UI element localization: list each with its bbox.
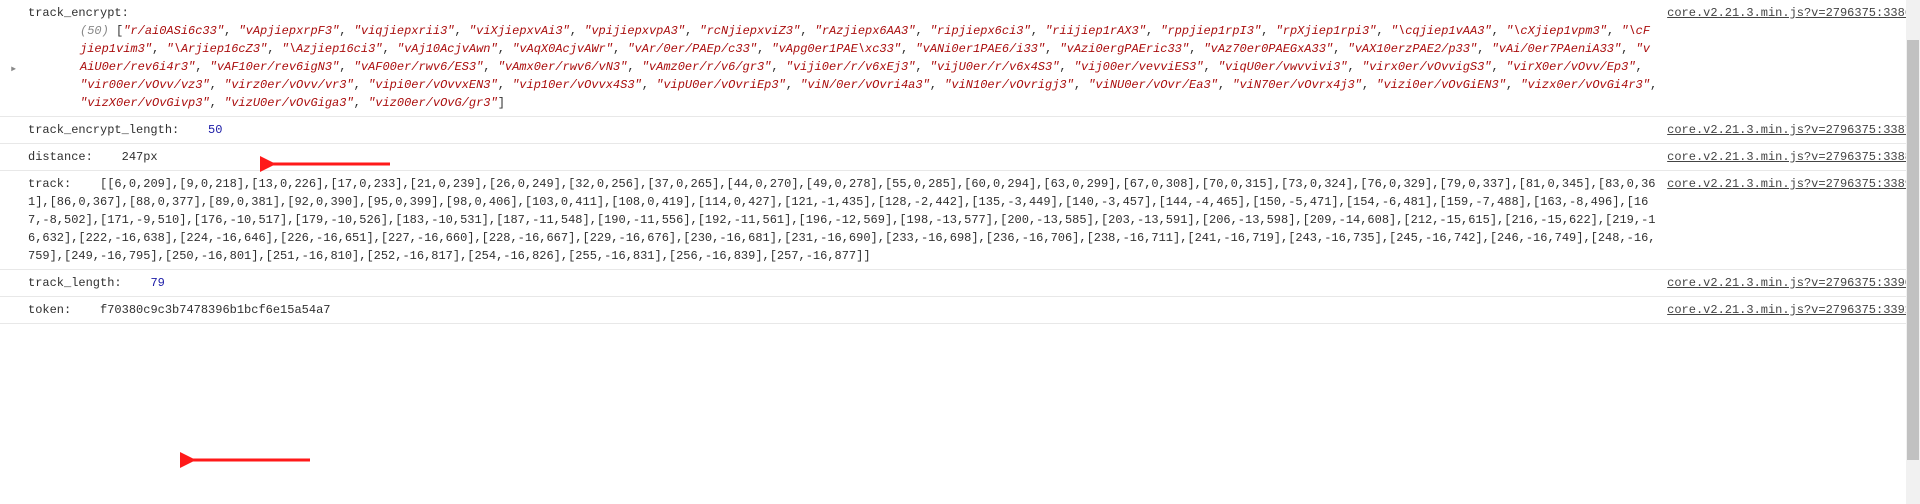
- console-row-token[interactable]: token: f70380c9c3b7478396b1bcf6e15a54a7 …: [0, 297, 1920, 324]
- source-link[interactable]: core.v2.21.3.min.js?v=2796375:3387: [1667, 121, 1912, 139]
- source-link[interactable]: core.v2.21.3.min.js?v=2796375:3389: [1667, 175, 1912, 193]
- array-count: (50): [80, 24, 109, 38]
- log-label: track_encrypt_length:: [28, 123, 179, 137]
- log-value: 247px: [122, 150, 158, 164]
- log-value: 50: [208, 123, 222, 137]
- annotation-arrow-2: [180, 448, 320, 472]
- source-link[interactable]: core.v2.21.3.min.js?v=2796375:3391: [1667, 301, 1912, 319]
- log-value: [[6,0,209],[9,0,218],[13,0,226],[17,0,23…: [28, 177, 1655, 263]
- source-link[interactable]: core.v2.21.3.min.js?v=2796375:3386: [1667, 4, 1912, 22]
- expand-triangle-icon[interactable]: ▸: [10, 60, 17, 78]
- console-row-distance[interactable]: distance: 247px core.v2.21.3.min.js?v=27…: [0, 144, 1920, 171]
- log-label: token:: [28, 303, 71, 317]
- log-label: track_encrypt:: [28, 6, 129, 20]
- log-label: distance:: [28, 150, 93, 164]
- scrollbar-track[interactable]: [1906, 0, 1920, 504]
- source-link[interactable]: core.v2.21.3.min.js?v=2796375:3388: [1667, 148, 1912, 166]
- log-label: track_length:: [28, 276, 122, 290]
- source-link[interactable]: core.v2.21.3.min.js?v=2796375:3390: [1667, 274, 1912, 292]
- array-items: "r/ai0ASi6c33", "vApjiepxrpF3", "viqjiep…: [80, 24, 1657, 110]
- console-row-track-encrypt-length[interactable]: track_encrypt_length: 50 core.v2.21.3.mi…: [0, 117, 1920, 144]
- console-row-track[interactable]: track: [[6,0,209],[9,0,218],[13,0,226],[…: [0, 171, 1920, 270]
- log-label: track:: [28, 177, 71, 191]
- console-row-track-length[interactable]: track_length: 79 core.v2.21.3.min.js?v=2…: [0, 270, 1920, 297]
- log-value: 79: [150, 276, 164, 290]
- log-value: f70380c9c3b7478396b1bcf6e15a54a7: [100, 303, 330, 317]
- console-row-track-encrypt[interactable]: ▸ track_encrypt: (50) ["r/ai0ASi6c33", "…: [0, 0, 1920, 117]
- scrollbar-thumb[interactable]: [1907, 40, 1919, 460]
